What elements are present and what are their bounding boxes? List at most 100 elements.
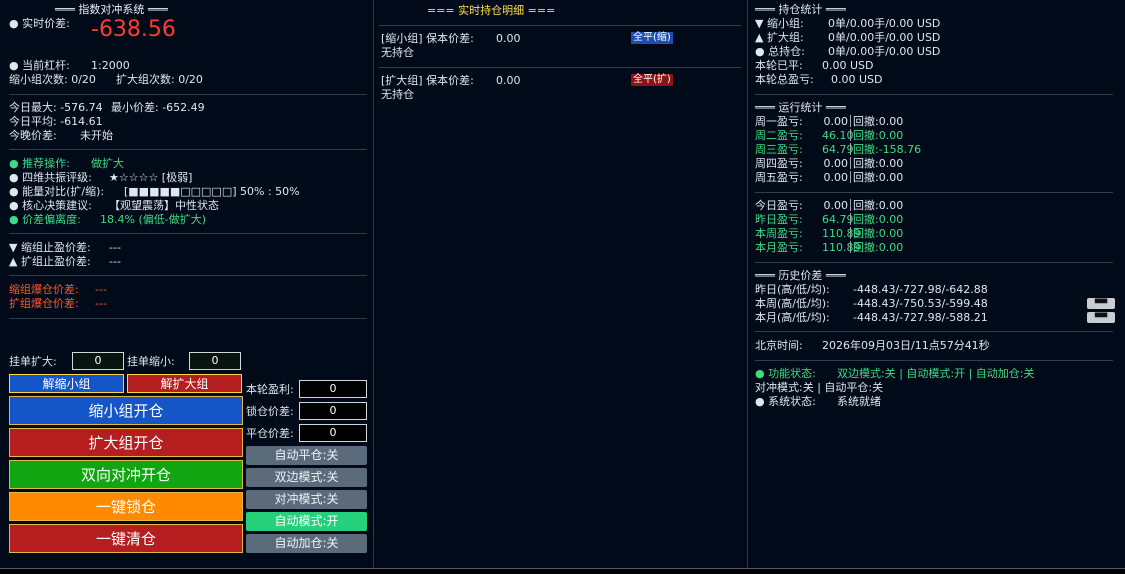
deviation-label: ● 价差偏离度: [9, 213, 81, 226]
pnl-row-value: 64.79 [822, 213, 854, 226]
positions-panel: === 实时持仓明细 === [缩小组] 保本价差: 0.00 全平(缩) 无持… [375, 0, 748, 568]
round-total-value: 0.00 USD [831, 73, 883, 86]
shrink-tp-label: ▼ 缩组止盈价差: [9, 241, 91, 254]
pnl-row-value: 110.89 [822, 227, 861, 240]
pnl-row-label: 周五盈亏: [755, 171, 803, 184]
round-profit-label: 本轮盈利: [246, 383, 294, 396]
auto-close-toggle[interactable]: 自动平仓:关 [246, 446, 367, 465]
divider [9, 94, 367, 95]
divider [9, 233, 367, 234]
core-decision-value: 【观望震荡】中性状态 [109, 199, 219, 212]
expand-open-button[interactable]: 扩大组开仓 [9, 428, 243, 457]
shrink-group-label: [缩小组] 保本价差: [381, 32, 474, 45]
shrink-tp-value: --- [109, 241, 121, 254]
close-spread-input[interactable]: 0 [299, 424, 367, 442]
divider [755, 262, 1113, 263]
pnl-row-drawdown: 回撤:0.00 [853, 157, 904, 170]
close-shrink-button[interactable]: 全平(缩) [631, 32, 673, 44]
pos-expand-label: ▲ 扩大组: [755, 31, 804, 44]
auto-add-toggle[interactable]: 自动加仓:关 [246, 534, 367, 553]
leverage-label: ● 当前杠杆: [9, 59, 70, 72]
today-max: 今日最大: -576.74 [9, 101, 103, 114]
dual-mode-toggle[interactable]: 双边模式:关 [246, 468, 367, 487]
hist-yesterday-value: -448.43/-727.98/-642.88 [853, 283, 988, 296]
lock-spread-input[interactable]: 0 [299, 402, 367, 420]
expand-group-status: 无持仓 [381, 88, 414, 101]
round-profit-input[interactable]: 0 [299, 380, 367, 398]
system-status-label: ● 系统状态: [755, 395, 816, 408]
dual-hedge-open-button[interactable]: 双向对冲开仓 [9, 460, 243, 489]
control-panel: ═══ 指数对冲系统 ═══ ● 实时价差: -638.56 ● 当前杠杆: 1… [0, 0, 374, 568]
pos-shrink-label: ▼ 缩小组: [755, 17, 804, 30]
divider [379, 25, 741, 26]
recommend-label: ● 推荐操作: [9, 157, 70, 170]
position-stats-title: ═══ 持仓统计 ═══ [755, 3, 846, 16]
clear-all-button[interactable]: 一键清仓 [9, 524, 243, 553]
shrink-count: 缩小组次数: 0/20 [9, 73, 96, 86]
shrink-open-button[interactable]: 缩小组开仓 [9, 396, 243, 425]
pending-expand-label: 挂单扩大: [9, 355, 57, 368]
recommend-value: 做扩大 [91, 157, 124, 170]
pnl-row-value: 0.00 [823, 115, 849, 128]
expand-tp-label: ▲ 扩组止盈价差: [9, 255, 91, 268]
history-title: ═══ 历史价差 ═══ [755, 269, 846, 282]
pnl-row-drawdown: 回撤:-158.76 [853, 143, 922, 156]
auto-mode-toggle[interactable]: 自动模式:开 [246, 512, 367, 531]
function-status-line2: 对冲模式:关 | 自动平仓:关 [755, 381, 884, 394]
pnl-row-drawdown: 回撤:0.00 [853, 129, 904, 142]
pnl-row-separator [850, 115, 851, 127]
divider [379, 67, 741, 68]
energy-value: [■■■■■□□□□□] 50% : 50% [124, 185, 300, 198]
function-status-value: 双边模式:关 | 自动模式:开 | 自动加仓:关 [837, 367, 1035, 380]
resonance-value: ★☆☆☆☆ [极弱] [109, 171, 193, 184]
run-stats-title: ═══ 运行统计 ═══ [755, 101, 846, 114]
pnl-row-separator [850, 129, 851, 141]
pnl-row-label: 周三盈亏: [755, 143, 803, 156]
expand-group-value: 0.00 [496, 74, 521, 87]
function-status-label: ● 功能状态: [755, 367, 816, 380]
pnl-row-label: 周二盈亏: [755, 129, 803, 142]
unlock-shrink-button[interactable]: 解缩小组 [9, 374, 124, 393]
pnl-row-separator [850, 157, 851, 169]
pnl-row-separator [850, 171, 851, 183]
pnl-row-value: 64.79 [822, 143, 854, 156]
divider [9, 149, 367, 150]
resonance-label: ● 四维共振评级: [9, 171, 92, 184]
hedge-mode-toggle[interactable]: 对冲模式:关 [246, 490, 367, 509]
deviation-value: 18.4% (偏低-做扩大) [100, 213, 206, 226]
history-month-expand-button[interactable]: ▀▀ [1087, 312, 1115, 323]
pnl-row-value: 46.10 [822, 129, 854, 142]
expand-group-label: [扩大组] 保本价差: [381, 74, 474, 87]
beijing-time-label: 北京时间: [755, 339, 803, 352]
shrink-group-value: 0.00 [496, 32, 521, 45]
beijing-time-value: 2026年09月03日/11点57分41秒 [822, 339, 990, 352]
close-expand-button[interactable]: 全平(扩) [631, 74, 673, 86]
pnl-row-value: 0.00 [823, 171, 849, 184]
pnl-row-label: 昨日盈亏: [755, 213, 803, 226]
history-week-expand-button[interactable]: ▀▀ [1087, 298, 1115, 309]
pnl-row-label: 周一盈亏: [755, 115, 803, 128]
divider [755, 360, 1113, 361]
hist-month-label: 本月(高/低/均): [755, 311, 830, 324]
lock-all-button[interactable]: 一键锁仓 [9, 492, 243, 521]
unlock-expand-button[interactable]: 解扩大组 [127, 374, 242, 393]
expand-liq-label: 扩组爆仓价差: [9, 297, 79, 310]
pending-shrink-input[interactable]: 0 [189, 352, 241, 370]
pnl-row-drawdown: 回撤:0.00 [853, 171, 904, 184]
pnl-row-value: 0.00 [823, 199, 849, 212]
divider [9, 275, 367, 276]
expand-tp-value: --- [109, 255, 121, 268]
pnl-row-label: 本周盈亏: [755, 227, 803, 240]
divider [755, 192, 1113, 193]
pnl-row-drawdown: 回撤:0.00 [853, 241, 904, 254]
panel-title: ═══ 指数对冲系统 ═══ [55, 3, 168, 16]
pnl-row-label: 今日盈亏: [755, 199, 803, 212]
pnl-row-label: 本月盈亏: [755, 241, 803, 254]
pnl-row-drawdown: 回撤:0.00 [853, 227, 904, 240]
pending-expand-input[interactable]: 0 [72, 352, 124, 370]
pnl-row-value: 110.89 [822, 241, 861, 254]
leverage-value: 1:2000 [91, 59, 130, 72]
pnl-row-drawdown: 回撤:0.00 [853, 199, 904, 212]
stats-panel: ═══ 持仓统计 ═══ ▼ 缩小组: 0单/0.00手/0.00 USD ▲ … [749, 0, 1125, 568]
pnl-row-label: 周四盈亏: [755, 157, 803, 170]
